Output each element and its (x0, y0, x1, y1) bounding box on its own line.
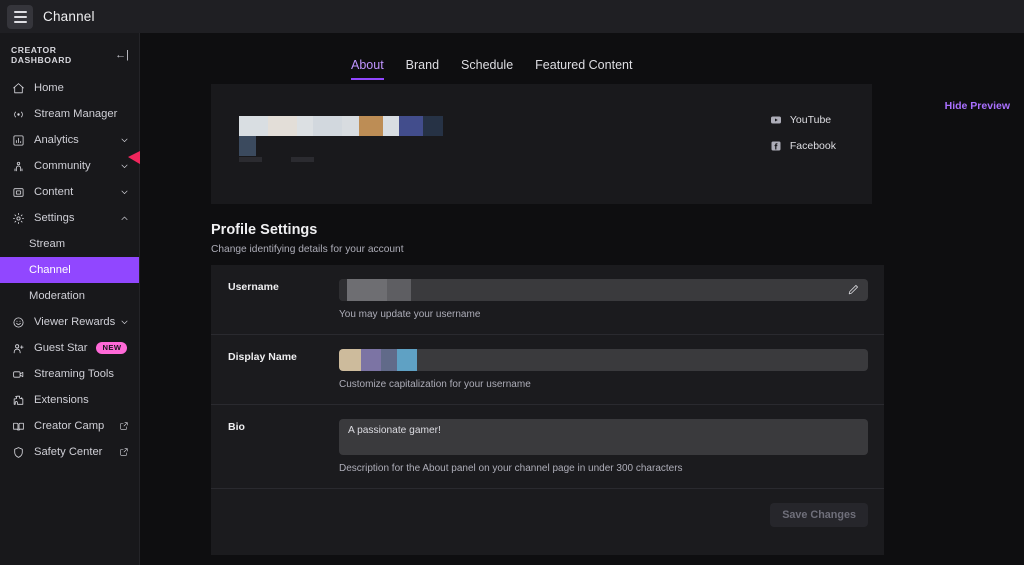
hide-preview-link[interactable]: Hide Preview (945, 100, 1010, 112)
redacted-stub-1 (239, 157, 262, 162)
profile-settings-title: Profile Settings (211, 222, 318, 238)
bio-textarea[interactable]: A passionate gamer! (339, 419, 868, 455)
sidebar-item-label: Safety Center (34, 446, 103, 458)
sidebar-item-label: Stream Manager (34, 108, 118, 120)
sidebar-item-label: Content (34, 186, 74, 198)
sidebar-item-stream[interactable]: Stream (0, 231, 139, 257)
sidebar-header: CREATOR DASHBOARD ←| (0, 39, 139, 75)
user-plus-icon (11, 341, 25, 355)
tab-featured-content[interactable]: Featured Content (535, 58, 632, 80)
sidebar-item-label: Creator Camp (34, 420, 105, 432)
sidebar-item-channel[interactable]: Channel (0, 257, 139, 283)
sidebar-item-streaming-tools[interactable]: Streaming Tools (0, 361, 139, 387)
sidebar-item-safety-center[interactable]: Safety Center (0, 439, 139, 465)
display-name-input[interactable] (339, 349, 868, 371)
profile-settings-form: Username You may update your username Di… (211, 265, 884, 555)
facebook-icon (770, 140, 782, 152)
sidebar-item-community[interactable]: Community (0, 153, 139, 179)
sidebar-item-settings[interactable]: Settings (0, 205, 139, 231)
sidebar-item-extensions[interactable]: Extensions (0, 387, 139, 413)
external-link-icon (119, 421, 129, 431)
page-title: Channel (43, 9, 95, 24)
username-input[interactable] (339, 279, 868, 301)
sidebar-item-label: Settings (34, 212, 75, 224)
profile-settings-subtitle: Change identifying details for your acco… (211, 244, 404, 255)
pencil-icon[interactable] (847, 283, 860, 296)
save-changes-button[interactable]: Save Changes (770, 503, 868, 527)
username-hint: You may update your username (339, 309, 481, 320)
puzzle-icon (11, 393, 25, 407)
bio-value: A passionate gamer! (348, 425, 441, 436)
broadcast-icon (11, 107, 25, 121)
sidebar-item-viewer-rewards[interactable]: Viewer Rewards (0, 309, 139, 335)
external-link-icon (119, 447, 129, 457)
channel-preview-panel: YouTube Facebook (211, 84, 872, 204)
sidebar-item-label: Moderation (29, 290, 85, 302)
social-link-label: Facebook (789, 140, 836, 152)
hamburger-icon[interactable] (7, 4, 33, 29)
bio-hint: Description for the About panel on your … (339, 463, 683, 474)
redacted-row-1 (239, 116, 443, 136)
sidebar-item-label: Stream (29, 238, 66, 250)
redacted-content (239, 116, 443, 156)
sidebar: CREATOR DASHBOARD ←| Home Stream Manager… (0, 33, 140, 565)
sidebar-item-analytics[interactable]: Analytics (0, 127, 139, 153)
home-icon (11, 81, 25, 95)
redacted-stub-2 (291, 157, 314, 162)
video-camera-icon (11, 367, 25, 381)
sidebar-item-label: Streaming Tools (34, 368, 115, 380)
content-icon (11, 185, 25, 199)
sidebar-item-label: Analytics (34, 134, 79, 146)
sidebar-header-label: CREATOR DASHBOARD (11, 45, 72, 65)
sidebar-item-label: Channel (29, 264, 71, 276)
form-row-username: Username You may update your username (211, 265, 884, 335)
chevron-down-icon[interactable] (120, 136, 129, 145)
display-name-hint: Customize capitalization for your userna… (339, 379, 531, 390)
tab-bar: About Brand Schedule Featured Content (140, 33, 1024, 80)
status-badge: NEW (96, 342, 128, 354)
form-row-display-name: Display Name Customize capitalization fo… (211, 335, 884, 405)
chevron-down-icon[interactable] (120, 188, 129, 197)
sidebar-item-stream-manager[interactable]: Stream Manager (0, 101, 139, 127)
sidebar-item-label: Home (34, 82, 64, 94)
sidebar-item-guest-star[interactable]: Guest Star NEW (0, 335, 139, 361)
top-bar: Channel (0, 0, 1024, 33)
sidebar-item-home[interactable]: Home (0, 75, 139, 101)
display-name-label: Display Name (228, 351, 297, 363)
community-icon (11, 159, 25, 173)
bio-label: Bio (228, 421, 245, 433)
sidebar-item-creator-camp[interactable]: Creator Camp (0, 413, 139, 439)
gear-icon (11, 211, 25, 225)
sidebar-item-label: Guest Star (34, 342, 88, 354)
form-row-bio: Bio A passionate gamer! Description for … (211, 405, 884, 489)
tab-schedule[interactable]: Schedule (461, 58, 513, 80)
social-link-label: YouTube (789, 114, 832, 126)
username-label: Username (228, 281, 279, 293)
sidebar-item-moderation[interactable]: Moderation (0, 283, 139, 309)
chart-icon (11, 133, 25, 147)
social-link-youtube[interactable]: YouTube (770, 114, 836, 126)
tab-about[interactable]: About (351, 58, 384, 80)
book-icon (11, 419, 25, 433)
sidebar-item-label: Community (34, 160, 91, 172)
smiley-icon (11, 315, 25, 329)
chevron-up-icon[interactable] (120, 214, 129, 223)
shield-icon (11, 445, 25, 459)
collapse-left-icon[interactable]: ←| (115, 49, 129, 61)
social-links: YouTube Facebook (770, 114, 836, 152)
sidebar-item-label: Extensions (34, 394, 89, 406)
chevron-down-icon[interactable] (120, 318, 129, 327)
sidebar-item-content[interactable]: Content (0, 179, 139, 205)
redacted-row-2 (239, 136, 443, 156)
form-footer: Save Changes (211, 489, 884, 544)
sidebar-item-label: Viewer Rewards (34, 316, 116, 328)
youtube-icon (770, 114, 782, 126)
chevron-down-icon[interactable] (120, 162, 129, 171)
tab-brand[interactable]: Brand (406, 58, 439, 80)
social-link-facebook[interactable]: Facebook (770, 140, 836, 152)
